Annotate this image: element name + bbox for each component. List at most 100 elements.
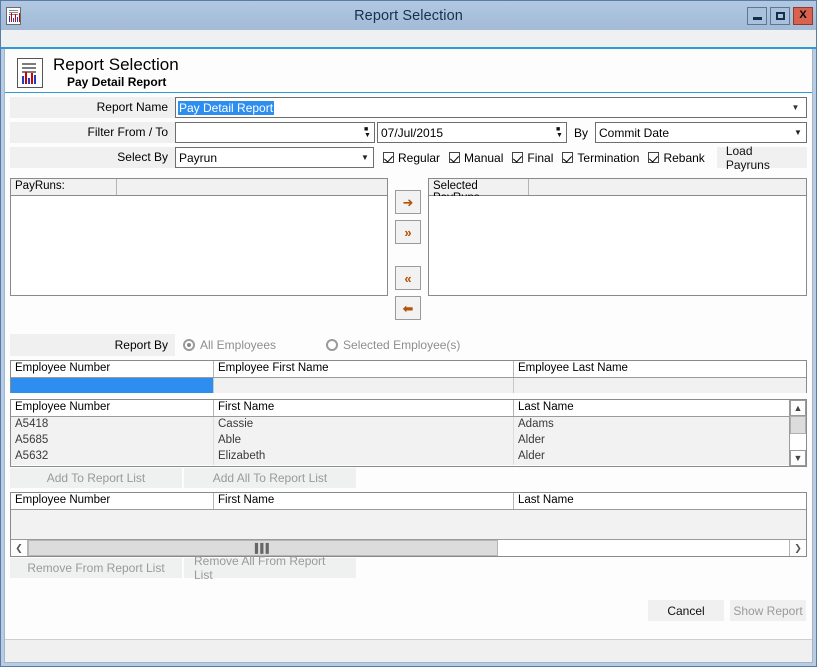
scroll-left-icon[interactable]: ❮	[11, 540, 28, 556]
filter-to-date-input[interactable]: 07/Jul/2015 ■ ▼	[377, 122, 567, 143]
select-by-combo[interactable]: Payrun ▼	[175, 147, 374, 168]
remove-actions-row: Remove From Report List Remove All From …	[10, 554, 807, 582]
employee-header-number: Employee Number	[11, 400, 214, 416]
spinner-icon[interactable]: ■ ▼	[553, 123, 566, 142]
report-list-grid[interactable]: Employee Number First Name Last Name ❮ ▌…	[10, 492, 807, 557]
criteria-form: Report Name Pay Detail Report ▼ Filter F…	[5, 93, 812, 172]
move-right-button[interactable]: ➜	[395, 190, 421, 214]
window-report-icon	[6, 6, 23, 25]
add-to-report-list-label: Add To Report List	[46, 471, 146, 485]
radio-all-employees-icon[interactable]	[183, 339, 195, 351]
report-list-header-first-name: First Name	[214, 493, 514, 509]
spinner-icon[interactable]: ■ ▼	[361, 123, 374, 142]
checkbox-manual-box[interactable]	[449, 152, 461, 163]
payruns-section: PayRuns: ➜ » « ⬅ Selected PayRuns	[5, 172, 812, 320]
maximize-button[interactable]	[770, 6, 790, 25]
available-payruns-header: PayRuns:	[11, 179, 387, 196]
filter-by-value: Commit Date	[599, 125, 670, 140]
scroll-down-icon[interactable]: ▼	[790, 450, 806, 466]
show-report-button[interactable]: Show Report	[730, 600, 806, 621]
checkbox-termination-box[interactable]	[562, 152, 574, 163]
scroll-right-icon[interactable]: ❯	[789, 540, 806, 556]
add-all-to-report-list-button[interactable]: Add All To Report List	[184, 468, 356, 488]
checkbox-final-label: Final	[527, 150, 554, 165]
add-actions-row: Add To Report List Add All To Report Lis…	[10, 468, 807, 488]
add-to-report-list-button[interactable]: Add To Report List	[10, 468, 182, 488]
report-name-combo[interactable]: Pay Detail Report ▼	[175, 97, 807, 118]
checkbox-termination-label: Termination	[577, 150, 640, 165]
main-panel: Report Selection Pay Detail Report Repor…	[4, 49, 813, 663]
cell-last-name: Adams	[518, 418, 554, 430]
remove-all-from-report-list-button[interactable]: Remove All From Report List	[184, 554, 356, 582]
table-row[interactable]: A5632 Elizabeth Alder	[11, 449, 789, 465]
filter-input-employee-number[interactable]	[11, 378, 214, 393]
checkbox-manual[interactable]: Manual	[449, 151, 503, 165]
employee-filter-grid-header: Employee Number Employee First Name Empl…	[11, 361, 806, 378]
checkbox-final[interactable]: Final	[512, 151, 553, 165]
cell-first-name: Cassie	[214, 417, 514, 433]
checkbox-termination[interactable]: Termination	[562, 151, 639, 165]
minimize-button[interactable]	[747, 6, 767, 25]
available-payruns-list[interactable]: PayRuns:	[10, 178, 388, 296]
scrollbar-track[interactable]	[498, 540, 789, 556]
report-list-horizontal-scrollbar[interactable]: ❮ ▌▌▌ ❯	[11, 539, 806, 556]
report-by-label: Report By	[10, 334, 175, 356]
move-all-right-button[interactable]: »	[395, 220, 421, 244]
scroll-up-icon[interactable]: ▲	[790, 400, 806, 416]
table-row[interactable]: A5685 Able Alder	[11, 433, 789, 449]
move-all-left-button[interactable]: «	[395, 266, 421, 290]
available-payruns-body[interactable]	[11, 196, 387, 295]
available-payruns-header-label: PayRuns:	[11, 179, 117, 195]
selected-payruns-list[interactable]: Selected PayRuns	[428, 178, 807, 296]
chevron-down-icon[interactable]: ▼	[357, 153, 373, 162]
footer-buttons: Cancel Show Report	[5, 600, 806, 621]
close-button[interactable]: X	[793, 6, 813, 25]
report-list-header-last-name: Last Name	[518, 494, 574, 506]
filter-dates-row: Filter From / To ■ ▼ 07/Jul/2015 ■ ▼ By Co…	[10, 122, 807, 143]
checkbox-regular-box[interactable]	[383, 152, 394, 163]
report-name-value: Pay Detail Report	[178, 100, 275, 115]
load-payruns-button[interactable]: Load Payruns	[716, 144, 807, 172]
move-left-button[interactable]: ⬅	[395, 296, 421, 320]
checkbox-rebank-box[interactable]	[648, 152, 660, 163]
employee-header-first-name: First Name	[214, 400, 514, 416]
report-list-grid-header: Employee Number First Name Last Name	[11, 493, 806, 510]
employee-grid-vertical-scrollbar[interactable]: ▲ ▼	[789, 400, 806, 466]
employee-filter-row[interactable]	[11, 378, 806, 393]
radio-all-employees[interactable]: All Employees	[183, 338, 276, 352]
checkbox-rebank[interactable]: Rebank	[648, 151, 705, 165]
status-bar	[5, 639, 812, 662]
chevron-down-icon[interactable]: ▼	[790, 128, 806, 137]
filter-from-date-input[interactable]: ■ ▼	[175, 122, 375, 143]
title-bar: Report Selection X	[1, 1, 816, 30]
filter-by-combo[interactable]: Commit Date ▼	[595, 122, 807, 143]
employee-grid[interactable]: Employee Number First Name Last Name A54…	[10, 399, 807, 467]
remove-from-report-list-button[interactable]: Remove From Report List	[10, 558, 182, 578]
employee-grid-header: Employee Number First Name Last Name	[11, 400, 789, 417]
radio-selected-employees-icon[interactable]	[326, 339, 339, 351]
report-list-grid-rows[interactable]	[11, 510, 806, 539]
filter-input-last-name[interactable]	[514, 378, 806, 393]
checkbox-final-box[interactable]	[512, 152, 524, 163]
radio-selected-employees[interactable]: Selected Employee(s)	[326, 338, 460, 352]
scrollbar-thumb[interactable]	[790, 416, 806, 434]
scrollbar-track[interactable]	[790, 434, 806, 450]
cell-first-name: Elizabeth	[214, 449, 514, 465]
chevron-down-icon[interactable]: ▼	[787, 103, 804, 112]
employee-filter-grid: Employee Number Employee First Name Empl…	[10, 360, 807, 393]
filter-header-last-name: Employee Last Name	[518, 362, 628, 374]
cell-employee-number: A5418	[11, 417, 214, 433]
cell-employee-number: A5685	[11, 433, 214, 449]
filter-input-first-name[interactable]	[214, 378, 514, 393]
report-name-label: Report Name	[10, 97, 175, 118]
filter-header-employee-number: Employee Number	[11, 361, 214, 377]
report-document-icon	[17, 57, 43, 88]
checkbox-regular[interactable]: Regular	[383, 151, 440, 165]
selected-payruns-header-label: Selected PayRuns	[429, 179, 529, 204]
by-label: By	[574, 125, 589, 140]
cancel-button[interactable]: Cancel	[648, 600, 724, 621]
page-title: Report Selection	[53, 55, 179, 75]
select-by-row: Select By Payrun ▼ Regular Manual Final	[10, 144, 807, 172]
selected-payruns-body[interactable]	[429, 196, 806, 295]
table-row[interactable]: A5418 Cassie Adams	[11, 417, 789, 433]
